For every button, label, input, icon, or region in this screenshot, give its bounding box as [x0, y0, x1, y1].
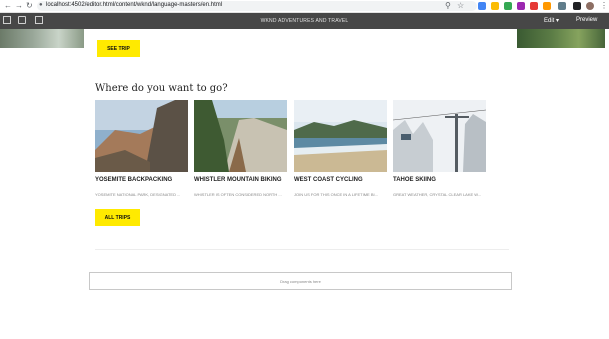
- address-bar[interactable]: ● localhost:4502/editor.html/content/wkn…: [37, 1, 477, 11]
- chevron-down-icon: ▾: [556, 18, 560, 24]
- extension-icon[interactable]: [530, 2, 538, 10]
- extension-icon[interactable]: [504, 2, 512, 10]
- card-title[interactable]: YOSEMITE BACKPACKING: [95, 177, 172, 183]
- extension-icon[interactable]: [543, 2, 551, 10]
- extension-icon[interactable]: [478, 2, 486, 10]
- card-title[interactable]: WHISTLER MOUNTAIN BIKING: [194, 177, 282, 183]
- mode-label: Edit: [544, 18, 555, 24]
- section-title: Where do you want to go?: [95, 83, 228, 94]
- card-description: WHISTLER IS OFTEN CONSIDERED NORTH ...: [194, 192, 282, 197]
- card-description: JOIN US FOR THIS ONCE IN A LIFETIME BI..…: [294, 192, 378, 197]
- editor-toolbar: WKND ADVENTURES AND TRAVEL Edit ▾ Previe…: [0, 13, 609, 29]
- card-title[interactable]: TAHOE SKIING: [393, 177, 436, 183]
- arrow-right-icon[interactable]: →: [15, 1, 23, 11]
- sidebar-icon[interactable]: [573, 2, 581, 10]
- avatar[interactable]: [586, 2, 594, 10]
- mode-selector[interactable]: Edit ▾: [544, 17, 559, 24]
- card-title[interactable]: WEST COAST CYCLING: [294, 177, 363, 183]
- extension-icon[interactable]: [517, 2, 525, 10]
- see-trip-button[interactable]: SEE TRIP: [97, 40, 140, 57]
- arrow-left-icon[interactable]: ←: [4, 1, 12, 11]
- extension-icon[interactable]: [491, 2, 499, 10]
- card-description: GREAT WEATHER, CRYSTAL CLEAR LAKE W...: [393, 192, 482, 197]
- all-trips-button[interactable]: ALL TRIPS: [95, 209, 140, 226]
- card-description: YOSEMITE NATIONAL PARK, DESIGNATED ...: [95, 192, 181, 197]
- divider: [95, 249, 509, 250]
- card-image-tahoe[interactable]: [393, 100, 486, 172]
- card-image-yosemite[interactable]: [95, 100, 188, 172]
- preview-button[interactable]: Preview: [576, 17, 597, 23]
- hero-image-left: [0, 29, 84, 48]
- reload-icon[interactable]: ↻: [26, 1, 33, 11]
- puzzle-icon[interactable]: [558, 2, 566, 10]
- page-title: WKND ADVENTURES AND TRAVEL: [260, 18, 349, 24]
- card-image-west-coast[interactable]: [294, 100, 387, 172]
- search-icon[interactable]: ⚲: [445, 1, 451, 11]
- drop-zone-label: Drag components here: [280, 279, 321, 284]
- menu-icon[interactable]: ⋮: [600, 1, 608, 11]
- browser-toolbar: ← → ↻ ● localhost:4502/editor.html/conte…: [0, 0, 609, 13]
- drop-zone[interactable]: Drag components here: [89, 272, 512, 290]
- star-icon[interactable]: ☆: [457, 1, 464, 11]
- lock-icon: ●: [39, 2, 43, 8]
- hero-image-right: [517, 29, 605, 48]
- url-text: localhost:4502/editor.html/content/wknd/…: [46, 2, 223, 8]
- card-image-whistler[interactable]: [194, 100, 287, 172]
